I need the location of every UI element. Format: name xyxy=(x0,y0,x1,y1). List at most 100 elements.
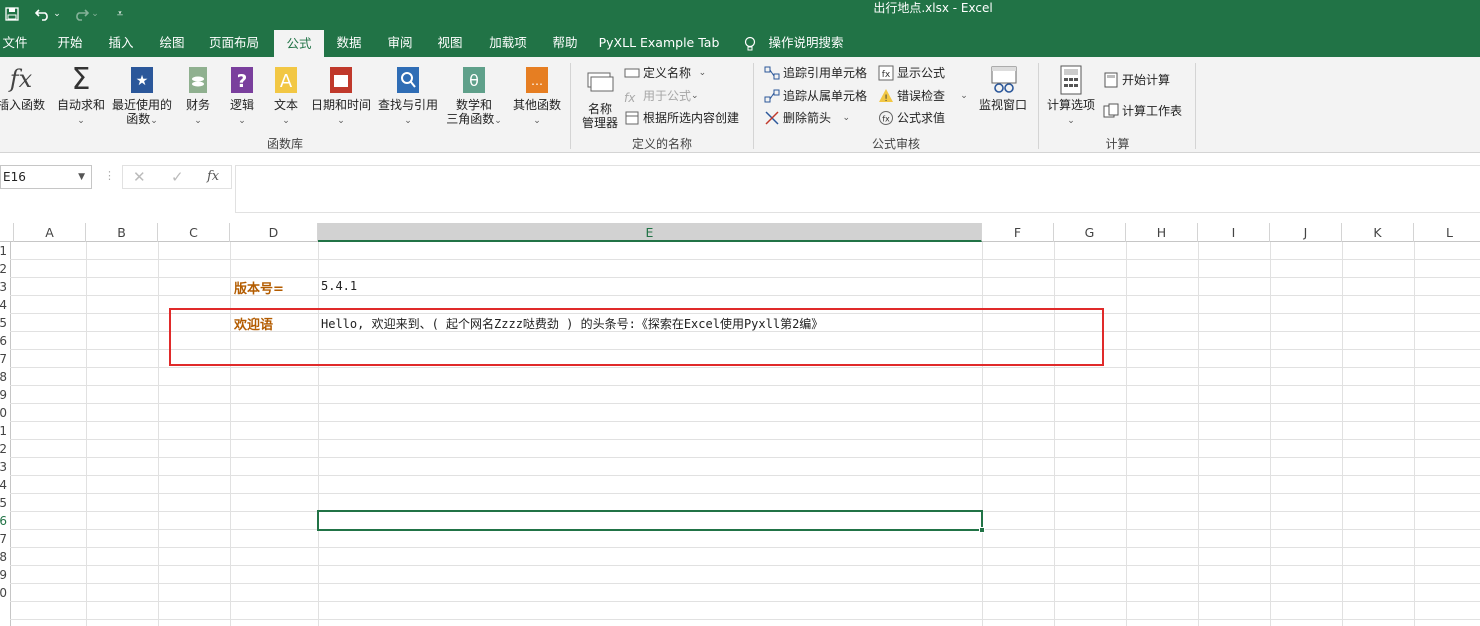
row-header[interactable]: 10 xyxy=(0,404,10,422)
math-trig-button[interactable]: θ 数学和 三角函数⌄ xyxy=(442,65,506,128)
tab-home[interactable]: 开始 xyxy=(50,30,90,57)
row-header[interactable]: 9 xyxy=(0,386,10,404)
row-header[interactable]: 12 xyxy=(0,440,10,458)
name-manager-button[interactable]: 名称 管理器 xyxy=(578,69,622,130)
tab-help[interactable]: 帮助 xyxy=(545,30,585,57)
define-name-button[interactable]: 定义名称 ⌄ xyxy=(624,63,706,83)
lookup-reference-button[interactable]: 查找与引用 ⌄ xyxy=(375,65,441,128)
trace-dependents-button[interactable]: 追踪从属单元格 xyxy=(764,86,867,106)
column-header[interactable]: L xyxy=(1414,223,1480,242)
remove-arrows-button[interactable]: 删除箭头 ⌄ xyxy=(764,108,850,128)
tab-addins[interactable]: 加载项 xyxy=(482,30,534,57)
gridline xyxy=(1270,242,1271,626)
column-header[interactable]: D xyxy=(230,223,318,242)
row-header[interactable]: 4 xyxy=(0,296,10,314)
row-header[interactable]: 18 xyxy=(0,548,10,566)
selected-cell-e16[interactable] xyxy=(317,510,985,533)
column-header[interactable]: J xyxy=(1270,223,1342,242)
row-header[interactable]: 6 xyxy=(0,332,10,350)
logical-button[interactable]: ? 逻辑 ⌄ xyxy=(224,65,260,128)
glasses-icon xyxy=(989,65,1017,95)
gridline xyxy=(10,439,1480,440)
tab-page-layout[interactable]: 页面布局 xyxy=(203,30,265,57)
row-header[interactable]: 11 xyxy=(0,422,10,440)
row-header[interactable]: 19 xyxy=(0,566,10,584)
column-header[interactable]: A xyxy=(14,223,86,242)
select-all-corner[interactable] xyxy=(0,223,14,242)
more-functions-button[interactable]: … 其他函数 ⌄ xyxy=(509,65,565,128)
name-box[interactable]: E16 ▼ xyxy=(0,165,92,189)
use-in-formula-button[interactable]: fx 用于公式 ⌄ xyxy=(624,86,699,106)
row-header[interactable]: 17 xyxy=(0,530,10,548)
row-header[interactable]: 15 xyxy=(0,494,10,512)
tab-formulas[interactable]: 公式 xyxy=(274,30,324,57)
column-header[interactable]: F xyxy=(982,223,1054,242)
tab-file[interactable]: 文件 xyxy=(0,30,30,57)
calculate-sheet-button[interactable]: 计算工作表 xyxy=(1103,101,1182,121)
cancel-icon[interactable]: ✕ xyxy=(133,168,146,186)
row-header[interactable]: 7 xyxy=(0,350,10,368)
drag-handle-icon[interactable]: ⋮ xyxy=(104,169,115,182)
column-header-selected[interactable]: E xyxy=(318,223,982,242)
insert-function-icon[interactable]: fx xyxy=(207,169,219,184)
excel-window: { "window": {"title": "出行地点.xlsx - Excel… xyxy=(0,0,1480,626)
ribbon-separator xyxy=(1195,63,1196,149)
financial-button[interactable]: 财务 ⌄ xyxy=(180,65,216,128)
row-header[interactable]: 8 xyxy=(0,368,10,386)
tab-review[interactable]: 审阅 xyxy=(380,30,420,57)
enter-check-icon[interactable]: ✓ xyxy=(171,168,184,186)
tab-insert[interactable]: 插入 xyxy=(100,30,142,57)
column-header[interactable]: G xyxy=(1054,223,1126,242)
calculate-now-button[interactable]: 开始计算 xyxy=(1103,70,1170,90)
column-header[interactable]: B xyxy=(86,223,158,242)
tag-icon xyxy=(624,65,640,81)
gridline xyxy=(10,457,1480,458)
lightbulb-icon xyxy=(738,30,762,57)
theta-book-icon: θ xyxy=(460,65,488,95)
function-icon: fx xyxy=(9,65,33,93)
recently-used-button[interactable]: ★ 最近使用的 函数⌄ xyxy=(110,65,174,128)
row-header[interactable]: 13 xyxy=(0,458,10,476)
gridline xyxy=(10,403,1480,404)
tab-view[interactable]: 视图 xyxy=(430,30,470,57)
svg-text:fx: fx xyxy=(882,115,890,124)
autosum-button[interactable]: Σ 自动求和 ⌄ xyxy=(55,65,107,128)
column-header[interactable]: H xyxy=(1126,223,1198,242)
tab-data[interactable]: 数据 xyxy=(330,30,368,57)
gridline xyxy=(158,242,159,626)
row-header-selected[interactable]: 16 xyxy=(0,512,10,530)
formula-input[interactable] xyxy=(235,165,1480,213)
row-header[interactable]: 20 xyxy=(0,584,10,602)
datetime-button[interactable]: 日期和时间 ⌄ xyxy=(309,65,373,128)
row-header[interactable]: 3 xyxy=(0,278,10,296)
fill-handle[interactable] xyxy=(979,527,985,533)
cell-e3[interactable]: 5.4.1 xyxy=(321,279,357,293)
show-formulas-button[interactable]: fx 显示公式 xyxy=(878,63,945,83)
chevron-down-icon[interactable]: ▼ xyxy=(78,166,85,188)
star-book-icon: ★ xyxy=(128,65,156,95)
create-from-selection-button[interactable]: 根据所选内容创建 xyxy=(624,108,739,128)
tab-pyxll[interactable]: PyXLL Example Tab xyxy=(596,30,722,57)
row-header[interactable]: 2 xyxy=(0,260,10,278)
row-header[interactable]: 14 xyxy=(0,476,10,494)
watch-window-button[interactable]: 监视窗口 xyxy=(976,65,1030,112)
row-header[interactable]: 5 xyxy=(0,314,10,332)
trace-precedents-button[interactable]: 追踪引用单元格 xyxy=(764,63,867,83)
evaluate-formula-button[interactable]: fx 公式求值 xyxy=(878,108,945,128)
text-button[interactable]: A 文本 ⌄ xyxy=(268,65,304,128)
column-header[interactable]: K xyxy=(1342,223,1414,242)
column-header[interactable]: I xyxy=(1198,223,1270,242)
tab-draw[interactable]: 绘图 xyxy=(151,30,193,57)
row-header[interactable]: 1 xyxy=(0,242,10,260)
insert-function-button[interactable]: fx 插入函数 xyxy=(0,65,48,112)
gridline xyxy=(10,385,1480,386)
error-checking-button[interactable]: ! 错误检查 ⌄ xyxy=(878,86,968,106)
worksheet-grid[interactable]: A B C D E F G H I J K L 1 2 3 4 5 6 7 8 … xyxy=(0,223,1480,626)
coins-book-icon xyxy=(184,65,212,95)
column-header[interactable]: C xyxy=(158,223,230,242)
trace-precedents-icon xyxy=(764,65,780,81)
cell-d3[interactable]: 版本号= xyxy=(234,278,284,297)
window-title: 出行地点.xlsx - Excel xyxy=(873,1,993,15)
calculation-options-button[interactable]: 计算选项 ⌄ xyxy=(1044,65,1098,128)
tell-me-search[interactable]: 操作说明搜索 xyxy=(766,30,846,57)
